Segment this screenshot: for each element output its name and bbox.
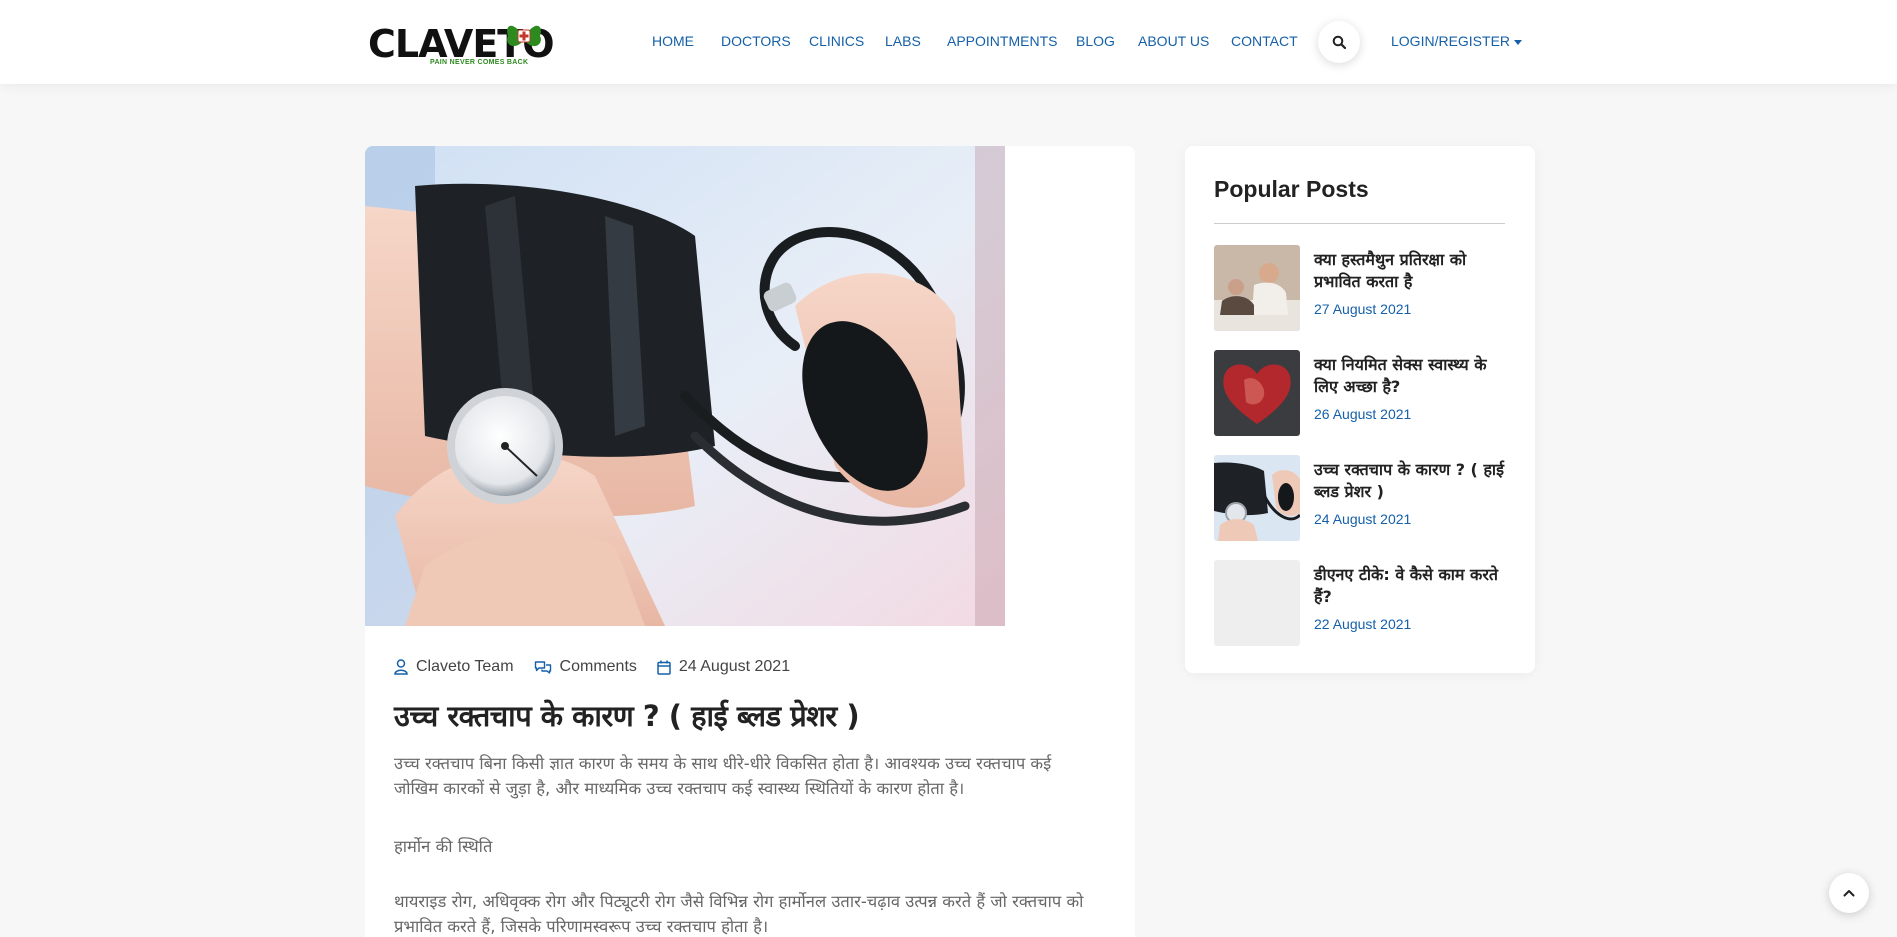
post-date: 22 August 2021 (1314, 616, 1412, 632)
post-title[interactable]: क्या हस्तमैथुन प्रतिरक्षा को प्रभावित कर… (1314, 249, 1506, 293)
post-thumbnail[interactable] (1214, 245, 1300, 331)
site-header: CLAVETO PAIN NEVER COMES BACK HOME DOCTO… (0, 0, 1897, 84)
butterfly-cross-icon (507, 25, 541, 47)
popular-post-item[interactable]: उच्च रक्तचाप के कारण ? ( हाई ब्लड प्रेशर… (1214, 455, 1505, 541)
article-meta: Claveto Team Comments 24 August 2021 (394, 658, 810, 676)
post-date: 26 August 2021 (1314, 406, 1412, 422)
article-subheading: हार्मोन की स्थिति (394, 837, 493, 856)
nav-blog[interactable]: BLOG (1076, 33, 1115, 49)
blood-pressure-photo (365, 146, 1005, 626)
caret-down-icon (1514, 39, 1523, 45)
comments-meta[interactable]: Comments (534, 658, 637, 676)
sidebar-title: Popular Posts (1214, 176, 1369, 202)
popular-post-item[interactable]: क्या हस्तमैथुन प्रतिरक्षा को प्रभावित कर… (1214, 245, 1505, 331)
paragraph-1-line-2: जोखिम कारकों से जुड़ा है, और माध्यमिक उच… (394, 779, 965, 798)
post-title[interactable]: डीएनए टीके: वे कैसे काम करते हैं? (1314, 564, 1506, 608)
nav-doctors[interactable]: DOCTORS (721, 33, 791, 49)
sidebar-divider (1214, 223, 1505, 224)
calendar-icon (657, 660, 671, 675)
nav-appointments[interactable]: APPOINTMENTS (947, 33, 1057, 49)
scroll-to-top-button[interactable] (1829, 873, 1869, 913)
paragraph-1-line-1: उच्च रक्तचाप बिना किसी ज्ञात कारण के समय… (394, 754, 1052, 773)
nav-home[interactable]: HOME (652, 33, 694, 49)
author-name: Claveto Team (416, 658, 514, 675)
post-thumbnail-placeholder[interactable] (1214, 560, 1300, 646)
nav-labs[interactable]: LABS (885, 33, 921, 49)
user-icon (394, 659, 408, 675)
post-date: 24 August 2021 (1314, 511, 1412, 527)
login-register-dropdown[interactable]: LOGIN/REGISTER (1391, 33, 1523, 49)
article-date: 24 August 2021 (678, 658, 791, 675)
article-hero-image (365, 146, 1005, 626)
nav-about-us[interactable]: ABOUT US (1138, 33, 1209, 49)
date-meta: 24 August 2021 (657, 658, 790, 676)
author-meta[interactable]: Claveto Team (394, 658, 514, 676)
paragraph-2-line-1: थायराइड रोग, अधिवृक्क रोग और पिट्यूटरी र… (394, 892, 1084, 911)
nav-clinics[interactable]: CLINICS (809, 33, 864, 49)
article-title: उच्च रक्तचाप के कारण ? ( हाई ब्लड प्रेशर… (394, 699, 860, 733)
post-date: 27 August 2021 (1314, 301, 1412, 317)
popular-post-item[interactable]: डीएनए टीके: वे कैसे काम करते हैं? 22 Aug… (1214, 560, 1505, 646)
chevron-up-icon (1843, 890, 1855, 897)
search-button[interactable] (1318, 21, 1360, 63)
article-paragraph-2: थायराइड रोग, अधिवृक्क रोग और पिट्यूटरी र… (394, 889, 1114, 937)
nav-contact[interactable]: CONTACT (1231, 33, 1298, 49)
site-logo[interactable]: CLAVETO PAIN NEVER COMES BACK (368, 18, 555, 70)
post-thumbnail[interactable] (1214, 455, 1300, 541)
logo-tagline: PAIN NEVER COMES BACK (430, 59, 529, 66)
popular-post-item[interactable]: क्या नियमित सेक्स स्वास्थ्य के लिए अच्छा… (1214, 350, 1505, 436)
comments-icon (534, 661, 551, 674)
login-register-label: LOGIN/REGISTER (1391, 33, 1511, 49)
article-card: Claveto Team Comments 24 August 2021 उच्… (365, 146, 1135, 937)
popular-posts-widget: Popular Posts क्या हस्तमैथुन प्रतिरक्षा … (1185, 146, 1535, 673)
comments-label: Comments (559, 658, 637, 675)
paragraph-2-line-2: प्रभावित करते हैं, जिसके परिणामस्वरूप उच… (394, 917, 769, 936)
post-thumbnail[interactable] (1214, 350, 1300, 436)
search-icon (1332, 35, 1346, 49)
post-title[interactable]: उच्च रक्तचाप के कारण ? ( हाई ब्लड प्रेशर… (1314, 459, 1506, 503)
article-paragraph-1: उच्च रक्तचाप बिना किसी ज्ञात कारण के समय… (394, 751, 1114, 801)
post-title[interactable]: क्या नियमित सेक्स स्वास्थ्य के लिए अच्छा… (1314, 354, 1506, 398)
